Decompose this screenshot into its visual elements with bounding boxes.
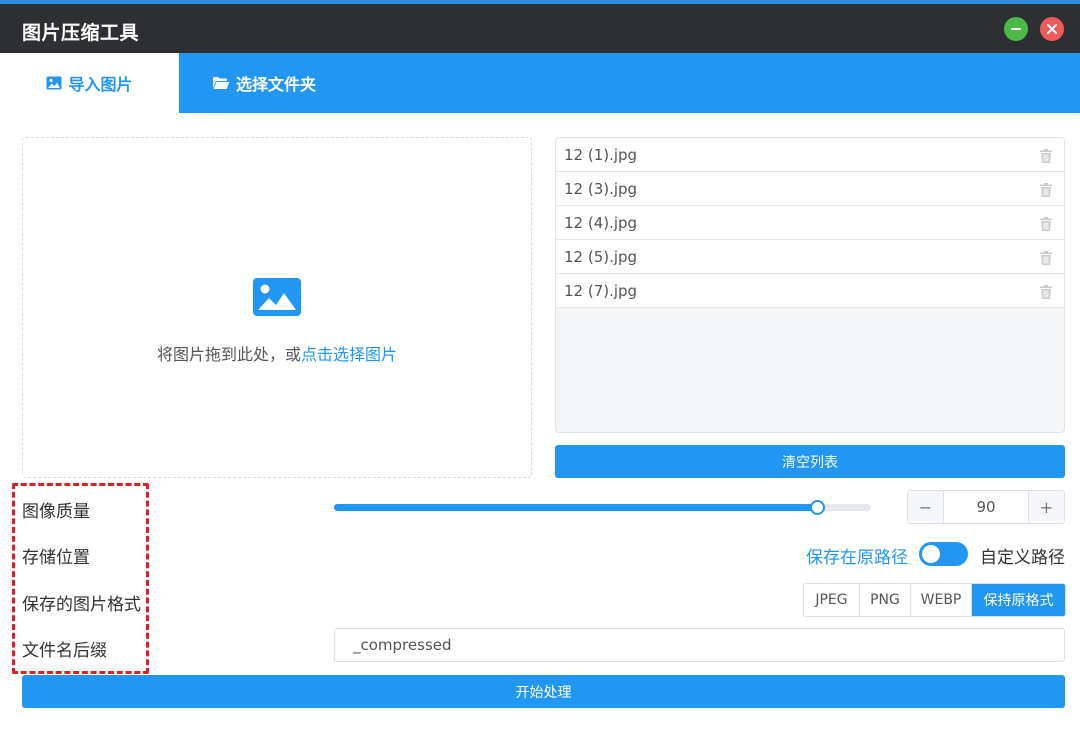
quality-value[interactable]: 90 [944,491,1028,523]
trash-icon[interactable] [1040,216,1052,235]
quality-stepper: − 90 + [907,490,1065,524]
format-webp-button[interactable]: WEBP [911,584,972,616]
original-path-option[interactable]: 保存在原路径 [806,543,908,568]
quality-slider-fill [334,504,818,511]
tab-select-folder[interactable]: 选择文件夹 [179,53,349,113]
quality-slider-thumb[interactable] [810,500,826,515]
close-button[interactable] [1040,17,1064,41]
decrease-button[interactable]: − [908,491,944,523]
file-name: 12 (1).jpg [564,146,638,164]
minimize-icon [1011,28,1021,30]
format-keep-original-button[interactable]: 保持原格式 [972,584,1065,616]
list-item: 12 (1).jpg [556,138,1064,172]
trash-icon[interactable] [1040,182,1052,201]
custom-path-option[interactable]: 自定义路径 [980,543,1065,568]
minimize-button[interactable] [1004,17,1028,41]
format-selector: JPEG PNG WEBP 保持原格式 [803,583,1066,617]
clear-list-button[interactable]: 清空列表 [555,445,1065,478]
path-toggle[interactable] [919,542,968,566]
file-name: 12 (4).jpg [564,214,638,232]
list-item: 12 (3).jpg [556,172,1064,206]
dropzone-text: 将图片拖到此处，或点击选择图片 [156,345,398,364]
close-icon [1047,24,1057,34]
file-name: 12 (3).jpg [564,180,638,198]
image-dropzone[interactable]: 将图片拖到此处，或点击选择图片 [22,137,532,478]
increase-button[interactable]: + [1028,491,1064,523]
trash-icon[interactable] [1040,250,1052,269]
select-images-link[interactable]: 点击选择图片 [301,345,397,364]
format-jpeg-button[interactable]: JPEG [804,584,860,616]
annotation-highlight-box [12,483,149,674]
app-title: 图片压缩工具 [22,22,140,44]
folder-open-icon [212,76,230,90]
file-name: 12 (7).jpg [564,282,638,300]
quality-slider[interactable] [334,500,871,515]
file-list: 12 (1).jpg 12 (3).jpg 12 (4).jpg 12 (5).… [555,137,1065,433]
format-png-button[interactable]: PNG [860,584,911,616]
list-item: 12 (4).jpg [556,206,1064,240]
suffix-input[interactable]: _compressed [334,628,1065,662]
file-name: 12 (5).jpg [564,248,638,266]
tab-bar: 导入图片 选择文件夹 [0,53,1080,113]
image-icon [46,76,62,90]
trash-icon[interactable] [1040,148,1052,167]
image-icon [253,278,301,320]
toggle-knob [922,545,940,563]
tab-label: 选择文件夹 [235,75,316,94]
title-bar: 图片压缩工具 [0,4,1080,53]
start-processing-button[interactable]: 开始处理 [22,675,1065,708]
trash-icon[interactable] [1040,284,1052,303]
tab-import-images[interactable]: 导入图片 [0,53,179,113]
list-item: 12 (5).jpg [556,240,1064,274]
tab-label: 导入图片 [68,75,133,94]
list-item: 12 (7).jpg [556,274,1064,308]
